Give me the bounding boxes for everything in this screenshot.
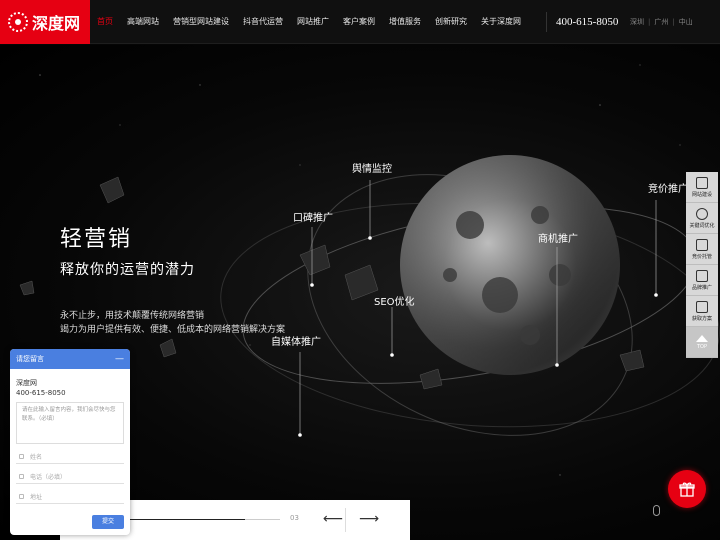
gift-button[interactable] <box>668 470 706 508</box>
hero-title: 轻营销 <box>60 227 133 252</box>
panel-divider <box>345 508 346 532</box>
target-icon <box>696 207 708 220</box>
nav-item-about[interactable]: 关于深度网 <box>474 0 528 44</box>
logo-mark-icon <box>8 12 28 32</box>
minimize-button[interactable]: — <box>115 354 124 364</box>
chart-icon <box>696 238 708 251</box>
city-shenzhen[interactable]: 深圳 <box>630 0 644 44</box>
side-tool-brand[interactable]: 品牌推广 <box>686 265 718 296</box>
side-tool-keywords[interactable]: 关键词优化 <box>686 203 718 234</box>
hero-description: 永不止步，用技术颠覆传统网络营销 竭力为用户提供有效、便捷、低成本的网络营销解决… <box>60 309 285 337</box>
side-tool-plan[interactable]: 获取方案 <box>686 296 718 327</box>
side-tool-bidding[interactable]: 竞价托管 <box>686 234 718 265</box>
nav-item-marketing-sites[interactable]: 营销型网站建设 <box>166 0 236 44</box>
location-icon <box>19 494 24 499</box>
nav-item-home[interactable]: 首页 <box>90 0 120 44</box>
address-placeholder: 地址 <box>30 494 43 501</box>
slide-counter: 03 <box>290 514 299 522</box>
tag-sentiment-monitoring: 舆情监控 <box>352 164 392 175</box>
side-toolbar: 网站建设 关键词优化 竞价托管 品牌推广 获取方案 TOP <box>686 172 718 358</box>
city-zhongshan[interactable]: 中山 <box>679 0 693 44</box>
phone-placeholder: 电话（必填） <box>30 474 67 481</box>
phone-icon <box>19 474 24 479</box>
hero-desc-line-2: 竭力为用户提供有效、便捷、低成本的网络营销解决方案 <box>60 325 286 335</box>
side-tool-label: 品牌推广 <box>691 284 712 291</box>
hero-desc-line-1: 永不止步，用技术颠覆传统网络营销 <box>60 311 205 321</box>
header-phone: 400-615-8050 <box>556 16 619 28</box>
scroll-mouse-icon <box>653 505 660 516</box>
nav-item-cases[interactable]: 客户案例 <box>336 0 382 44</box>
message-widget: 请您留言 — 深度网 400-615-8050 请在此输入留言内容，我们会尽快与… <box>10 349 130 535</box>
logo-text: 深度网 <box>32 14 81 33</box>
tag-word-of-mouth: 口碑推广 <box>293 213 333 224</box>
nav-item-value-added[interactable]: 增值服务 <box>382 0 428 44</box>
company-name: 深度网 <box>16 379 37 387</box>
message-textarea[interactable]: 请在此输入留言内容，我们会尽快与您联系。（必填） <box>16 402 124 444</box>
hero-subtitle: 释放你的运营的潜力 <box>60 262 195 278</box>
prev-slide-button[interactable]: ⟵ <box>323 512 343 526</box>
submit-button[interactable]: 提交 <box>92 515 124 529</box>
slider-progress-rest <box>245 519 280 520</box>
side-tool-label: 获取方案 <box>691 315 712 322</box>
monitor-icon <box>696 176 708 189</box>
tag-business-promotion: 商机推广 <box>538 234 578 245</box>
address-field[interactable]: 地址 <box>16 490 124 504</box>
city-guangzhou[interactable]: 广州 <box>654 0 668 44</box>
main-nav: 首页 高端网站 营销型网站建设 抖音代运营 网站推广 客户案例 增值服务 创新研… <box>90 0 528 44</box>
next-slide-button[interactable]: ⟶ <box>359 512 379 526</box>
side-tool-label: 关键词优化 <box>689 222 715 229</box>
side-tool-label: 竞价托管 <box>691 253 712 260</box>
clipboard-icon <box>696 300 708 313</box>
message-widget-title: 请您留言 <box>16 355 44 363</box>
nav-item-douyin-operation[interactable]: 抖音代运营 <box>236 0 290 44</box>
message-widget-header: 请您留言 — <box>10 349 130 369</box>
logo[interactable]: 深度网 <box>0 0 90 44</box>
side-tool-website[interactable]: 网站建设 <box>686 172 718 203</box>
city-switcher: 深圳 | 广州 | 中山 <box>630 0 693 44</box>
message-widget-company: 深度网 400-615-8050 <box>16 378 130 398</box>
nav-item-site-promotion[interactable]: 网站推广 <box>290 0 336 44</box>
name-field[interactable]: 姓名 <box>16 450 124 464</box>
tag-seo: SEO优化 <box>374 297 415 308</box>
back-to-top-label: TOP <box>696 343 707 350</box>
city-separator: | <box>648 18 651 26</box>
phone-field[interactable]: 电话（必填） <box>16 470 124 484</box>
gift-icon <box>679 482 695 497</box>
side-tool-label: 网站建设 <box>691 191 712 198</box>
site-header: 深度网 首页 高端网站 营销型网站建设 抖音代运营 网站推广 客户案例 增值服务… <box>0 0 720 44</box>
company-phone: 400-615-8050 <box>16 389 66 397</box>
nav-item-research[interactable]: 创新研究 <box>428 0 474 44</box>
slider-progress <box>130 519 245 520</box>
back-to-top-button[interactable]: TOP <box>686 327 718 358</box>
user-icon <box>19 454 24 459</box>
arrow-up-icon <box>696 334 708 342</box>
header-divider <box>546 12 547 32</box>
name-placeholder: 姓名 <box>30 454 43 461</box>
tag-bidding-promotion: 竞价推广 <box>648 184 688 195</box>
document-icon <box>696 269 708 282</box>
city-separator: | <box>672 18 675 26</box>
nav-item-high-end-sites[interactable]: 高端网站 <box>120 0 166 44</box>
